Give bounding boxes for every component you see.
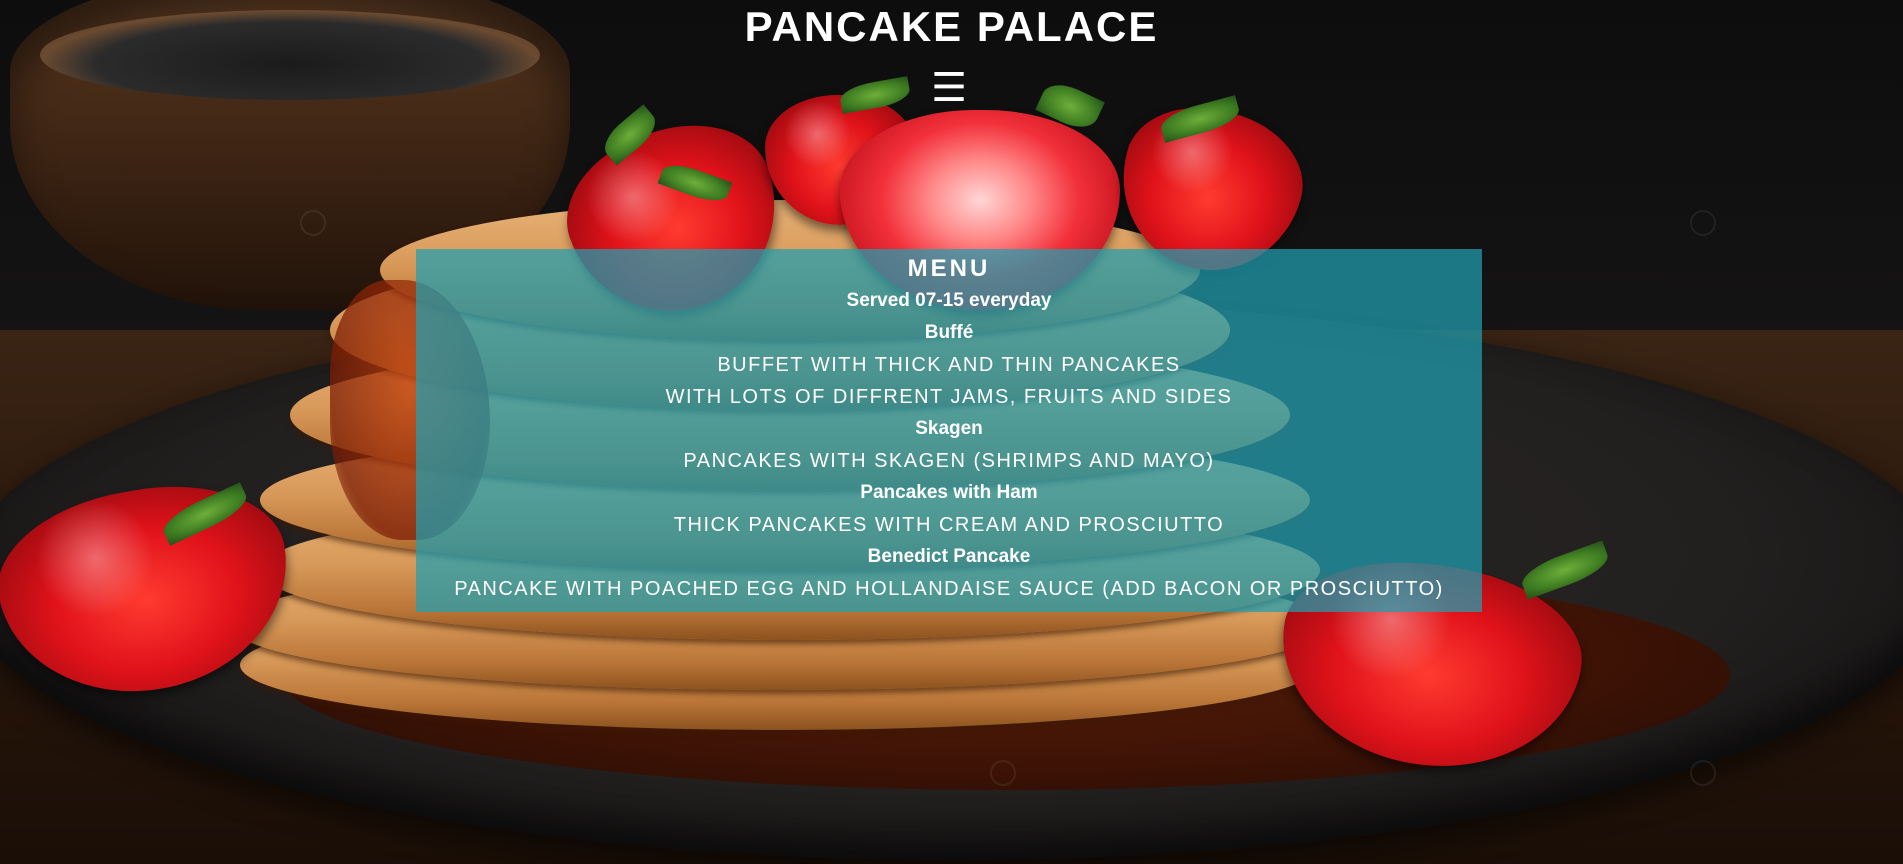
site-title: PANCAKE PALACE [744, 3, 1159, 50]
menu-item-name: Pancakes with Ham [860, 482, 1038, 503]
menu-heading: MENU [907, 255, 991, 282]
watermark-mark [1690, 210, 1716, 236]
menu-item-description: PANCAKE WITH POACHED EGG AND HOLLANDAISE… [454, 578, 1444, 600]
watermark-mark [990, 760, 1016, 786]
menu-item-name: Buffé [924, 322, 974, 343]
watermark-mark [300, 210, 326, 236]
watermark-mark [1690, 760, 1716, 786]
menu-item-description: BUFFET WITH THICK AND THIN PANCAKES [717, 354, 1181, 376]
menu-item-description: WITH LOTS OF DIFFRENT JAMS, FRUITS AND S… [665, 386, 1233, 408]
hamburger-icon[interactable]: ☰ [930, 68, 968, 108]
page: PANCAKE PALACE ☰ MENU Served 07-15 every… [0, 0, 1903, 864]
menu-item-description: THICK PANCAKES WITH CREAM AND PROSCIUTTO [673, 514, 1225, 536]
menu-item-name: Benedict Pancake [867, 546, 1031, 567]
menu-item-name: Skagen [915, 418, 983, 439]
served-hours: Served 07-15 everyday [846, 290, 1052, 311]
menu-panel: MENU Served 07-15 everyday Buffé BUFFET … [416, 249, 1482, 612]
menu-item-description: PANCAKES WITH SKAGEN (SHRIMPS AND MAYO) [683, 450, 1215, 472]
